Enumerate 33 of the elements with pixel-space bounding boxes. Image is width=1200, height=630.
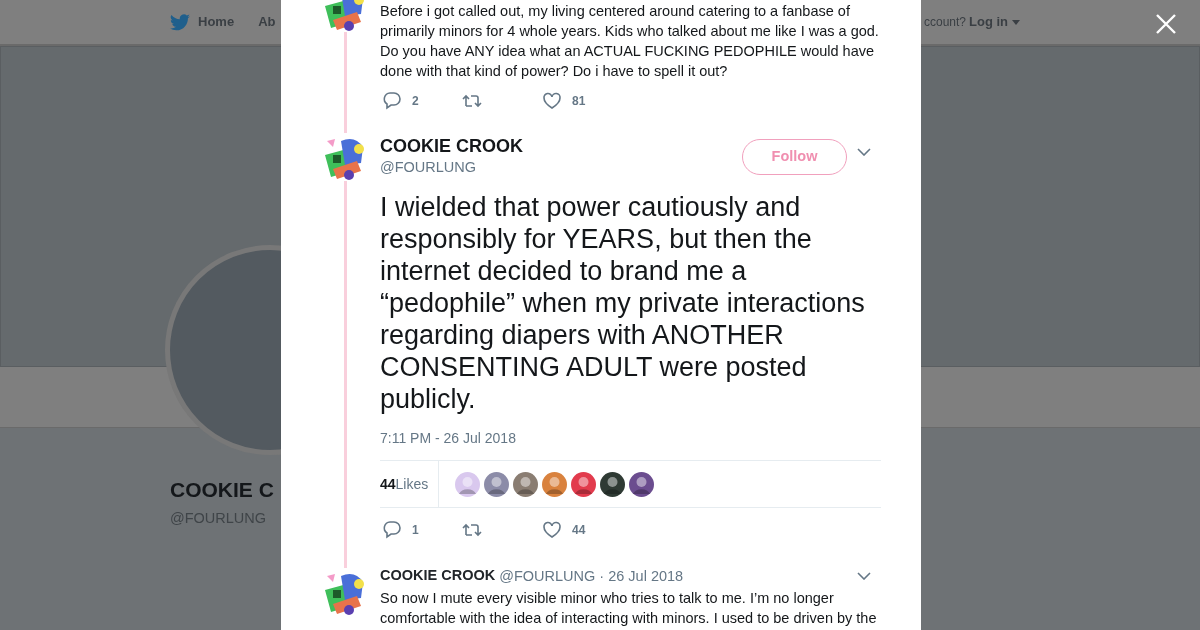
avatar[interactable] bbox=[571, 471, 597, 497]
like-count: 81 bbox=[572, 93, 586, 110]
caret-icon bbox=[1012, 19, 1020, 25]
tweet-text: I wielded that power cautiously and responsibly for YEARS, but then the internet decided to brand me a “pedophile” when my private interactions regarding diapers with ANOTHER CONSENTING ADULT were posted publicly. bbox=[380, 191, 866, 415]
reply-icon[interactable] bbox=[382, 520, 402, 540]
author-name: COOKIE CROOK bbox=[380, 135, 524, 157]
profile-name: COOKIE C bbox=[170, 477, 274, 503]
avatar[interactable] bbox=[629, 471, 655, 497]
avatar[interactable] bbox=[513, 471, 539, 497]
bird-icon bbox=[170, 13, 190, 31]
tweet-date: · 26 Jul 2018 bbox=[599, 567, 685, 586]
reply-count: 2 bbox=[412, 93, 419, 110]
like-icon[interactable] bbox=[542, 91, 562, 111]
tweet-text: Before i got called out, my living centered around catering to a fanbase of primarily minors for 4 whole years. Kids who talked about me like I was a god. Do you have ANY idea what an ACTUAL FUCKING PEDOPHILE would have done with that kind of power? Do i have to spell it out? bbox=[380, 2, 880, 81]
author-handle: @FOURLUNG bbox=[380, 158, 478, 177]
author-name: COOKIE CROOK bbox=[380, 566, 496, 585]
chevron-down-icon[interactable] bbox=[857, 148, 871, 156]
home-link[interactable]: Home bbox=[170, 12, 235, 32]
about-link[interactable]: Ab bbox=[258, 12, 276, 32]
like-count: 44 bbox=[572, 522, 586, 539]
account-prompt: ccount? bbox=[923, 14, 966, 31]
avatar[interactable] bbox=[600, 471, 626, 497]
tweet-timestamp: 7:11 PM - 26 Jul 2018 bbox=[380, 429, 517, 447]
login-link[interactable]: Log in bbox=[969, 12, 1020, 32]
author-handle: @FOURLUNG bbox=[499, 567, 596, 586]
reply-count: 1 bbox=[412, 522, 419, 539]
likes-count[interactable]: 44Likes bbox=[380, 461, 440, 507]
close-icon[interactable] bbox=[1155, 13, 1177, 35]
like-icon[interactable] bbox=[542, 520, 562, 540]
chevron-down-icon[interactable] bbox=[857, 572, 871, 580]
follow-button[interactable]: Follow bbox=[742, 139, 847, 175]
tweet-text: So now I mute every visible minor who tries to talk to me. I’m no longer comfortable with the idea of interacting with minors. I used to be driven by the bbox=[380, 589, 878, 628]
reply-icon[interactable] bbox=[382, 91, 402, 111]
